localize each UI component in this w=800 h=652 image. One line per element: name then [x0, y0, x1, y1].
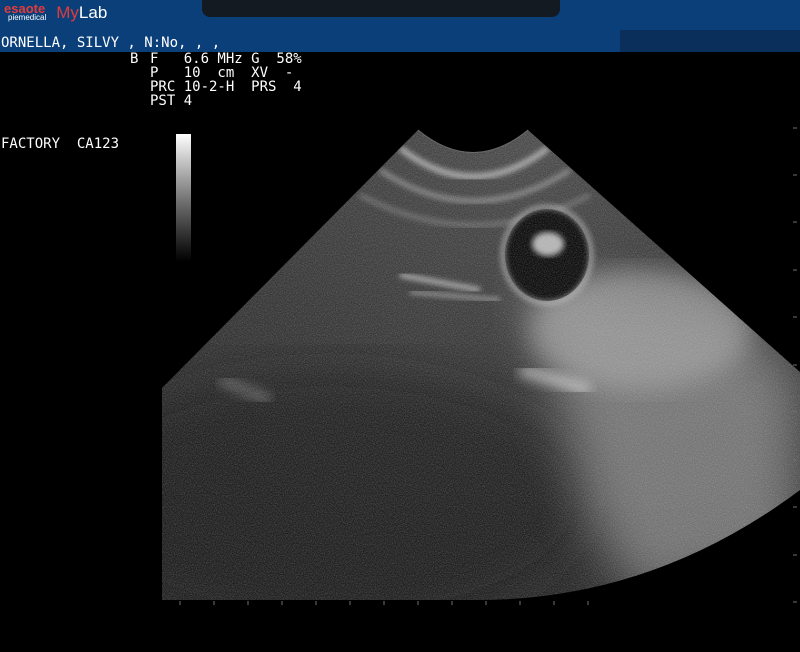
- imaging-mode: B: [130, 51, 139, 67]
- esaote-logo: esaote piemedical: [4, 2, 46, 22]
- preset-label: FACTORY CA123: [1, 136, 120, 152]
- mylab-logo: MyLab: [56, 2, 107, 24]
- grayscale-map-bar: [176, 134, 191, 262]
- bottom-scale-ticks: [179, 601, 589, 605]
- ultrasound-screen: esaote piemedical MyLab ORNELLA, SILVY ,…: [0, 0, 800, 652]
- brand-logo: esaote piemedical MyLab: [4, 2, 107, 26]
- param-postprocessing: PST 4: [150, 93, 193, 109]
- patient-info: ORNELLA, SILVY , N:No, , ,: [1, 35, 221, 51]
- param-depth-xview: P 10 cm XV -: [150, 65, 294, 81]
- esaote-logo-subtext: piemedical: [8, 13, 47, 22]
- ultrasound-sector-image: [162, 127, 800, 605]
- param-processing: PRC 10-2-H PRS 4: [150, 79, 302, 95]
- header-center-panel: [202, 0, 560, 17]
- mylab-logo-prefix: My: [56, 3, 79, 22]
- speckle-texture: [162, 130, 800, 600]
- param-frequency-gain: F 6.6 MHz G 58%: [150, 51, 302, 67]
- right-scale-ticks: [793, 127, 797, 603]
- mylab-logo-suffix: Lab: [78, 3, 108, 22]
- header-right-panel: [620, 30, 800, 52]
